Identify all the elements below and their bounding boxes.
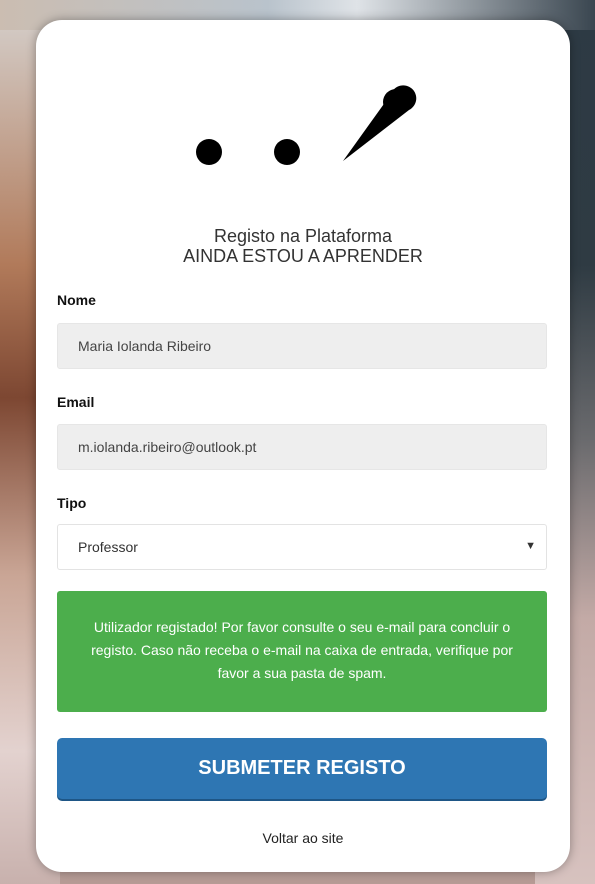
email-field[interactable]: m.iolanda.ribeiro@outlook.pt [57,424,547,470]
type-select[interactable]: Professor ▼ [57,524,547,570]
submit-button[interactable]: SUBMETER REGISTO [57,738,547,799]
email-value: m.iolanda.ribeiro@outlook.pt [78,439,257,455]
name-value: Maria Iolanda Ribeiro [78,338,212,354]
logo-icon [196,85,417,165]
success-alert: Utilizador registado! Por favor consulte… [57,591,547,712]
name-field[interactable]: Maria Iolanda Ribeiro [57,323,547,369]
registration-card: Registo na Plataforma AINDA ESTOU A APRE… [36,20,570,872]
type-selected-value: Professor [78,539,138,555]
title-line-1: Registo na Plataforma [213,226,393,246]
type-label: Tipo [57,495,87,511]
name-label: Nome [57,292,96,308]
page-title: Registo na Plataforma AINDA ESTOU A APRE… [36,226,570,266]
success-alert-message: Utilizador registado! Por favor consulte… [91,619,513,681]
back-to-site-link[interactable]: Voltar ao site [36,830,570,846]
title-line-2: AINDA ESTOU A APRENDER [183,246,423,266]
dropdown-caret-icon: ▼ [525,540,536,552]
email-label: Email [57,394,95,410]
